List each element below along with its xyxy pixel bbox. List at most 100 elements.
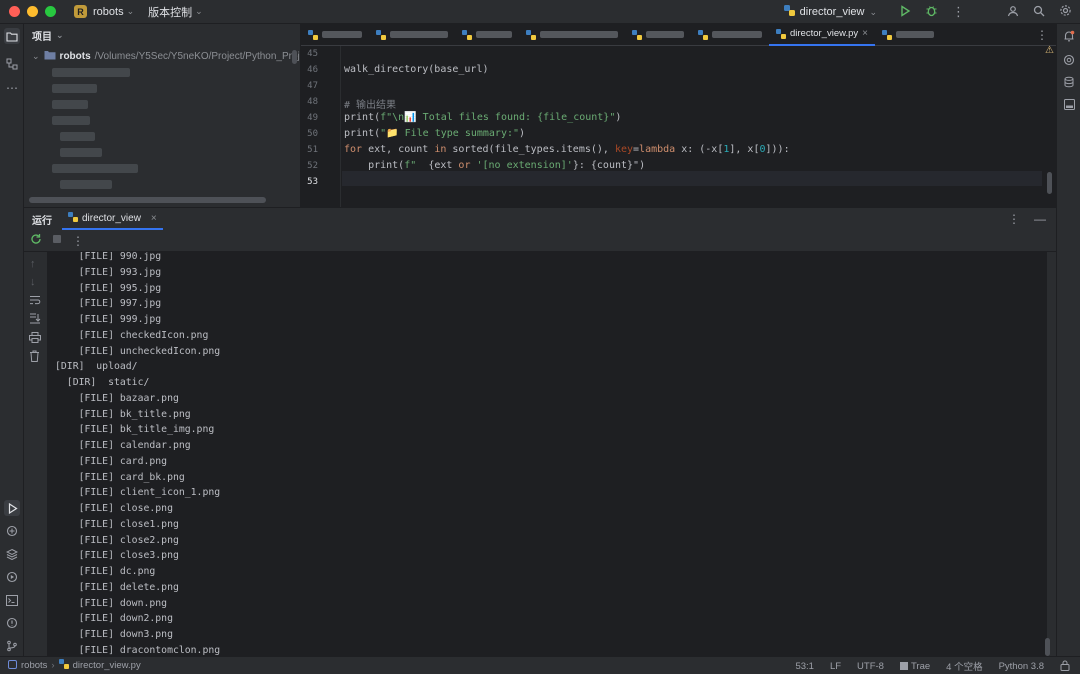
tab-label [390,31,448,38]
code-line[interactable]: for ext, count in sorted(file_types.item… [344,144,790,155]
console-vertical-scrollbar[interactable] [1045,638,1050,656]
active-tab-label: director_view.py [790,28,859,39]
console-line: [DIR] static/ [55,377,150,388]
file-encoding[interactable]: UTF-8 [857,661,884,672]
arrow-down-icon[interactable]: ↓ [30,276,36,288]
breadcrumb-project[interactable]: robots [21,660,47,671]
editor-tab[interactable] [369,24,455,46]
project-horizontal-scrollbar[interactable] [29,197,266,203]
tree-item[interactable] [60,180,112,189]
debug-icon[interactable] [925,4,938,20]
tree-item[interactable] [52,100,88,109]
more-run-options-icon[interactable]: ⋮ [72,234,84,248]
close-tab-icon[interactable]: × [862,28,868,39]
console-line: [FILE] down.png [55,597,168,609]
editor-tab[interactable] [301,24,369,46]
search-icon[interactable] [1033,5,1045,20]
close-window-button[interactable] [9,6,20,17]
editor-tab[interactable] [875,24,941,46]
project-tree-root[interactable]: ⌄ robots /Volumes/Y5Sec/Y5neKO/Project/P… [32,50,300,63]
minimize-window-button[interactable] [27,6,38,17]
minimize-panel-icon[interactable]: — [1034,212,1046,226]
editor-vertical-scrollbar[interactable] [1047,172,1052,194]
rerun-icon[interactable] [30,233,42,248]
code-line[interactable]: print(f"\n📊 Total files found: {file_cou… [344,112,621,123]
editor-tab[interactable] [455,24,519,46]
tree-item[interactable] [52,116,90,125]
project-name: robots [93,5,124,18]
trae-widget[interactable]: Trae [899,661,930,672]
ai-assistant-icon[interactable] [1061,52,1077,68]
code-line[interactable]: # 输出结果 [344,96,396,111]
more-tools-icon[interactable]: ⋯ [4,80,20,96]
services-icon[interactable] [4,569,20,585]
project-folder-icon[interactable] [4,28,20,44]
python-packages-icon[interactable] [4,523,20,539]
arrow-up-icon[interactable]: ↑ [30,258,36,270]
code-string: '[no extension]' [470,160,573,171]
tab-director-view[interactable]: director_view.py × [769,24,875,46]
more-actions-icon[interactable]: ⋮ [952,4,965,20]
caret-position[interactable]: 53:1 [795,661,814,672]
terminal-icon[interactable] [4,592,20,608]
print-icon[interactable] [29,332,41,346]
project-badge: R [74,5,87,18]
project-switcher[interactable]: robots ⌄ [93,6,134,18]
python-file-icon [776,28,786,39]
scientific-view-icon[interactable] [1061,96,1077,112]
breadcrumb-file[interactable]: director_view.py [73,660,141,671]
stop-icon[interactable] [52,234,62,247]
indent-setting[interactable]: 4 个空格 [946,659,982,673]
zoom-window-button[interactable] [45,6,56,17]
run-tab-director-view[interactable]: director_view × [62,208,163,230]
run-icon[interactable] [899,4,911,20]
settings-gear-icon[interactable] [1059,4,1072,20]
line-separator[interactable]: LF [830,661,841,672]
tree-item[interactable] [60,132,95,141]
git-branch-icon[interactable] [4,638,20,654]
project-panel-header[interactable]: 项目 ⌄ [24,24,300,46]
editor-tab[interactable] [625,24,691,46]
run-panel-header: 运行 director_view × [24,208,1056,230]
console-line: [FILE] close3.png [55,550,179,562]
trash-icon[interactable] [29,350,40,365]
lock-icon[interactable] [1060,660,1070,674]
code-line[interactable]: walk_directory(base_url) [344,64,489,75]
run-tool-icon[interactable] [4,500,20,516]
database-icon[interactable] [1061,74,1077,90]
chevron-down-icon[interactable]: ⌄ [32,51,40,62]
chevron-down-icon: ⌄ [126,6,135,16]
tree-item[interactable] [52,68,130,77]
tree-item[interactable] [60,148,102,157]
tab-options-icon[interactable]: ⋮ [1036,28,1048,42]
console-line: [FILE] 995.jpg [55,282,162,294]
close-tab-icon[interactable]: × [151,213,157,224]
console-line: [FILE] close.png [55,503,173,514]
console-output[interactable]: [FILE] 990.jpg [FILE] 993.jpg [FILE] 995… [47,252,1047,657]
vcs-menu[interactable]: 版本控制 ⌄ [148,4,203,20]
code-line[interactable]: print("📁 File type summary:") [344,128,525,139]
structure-icon[interactable] [4,56,20,72]
tree-item[interactable] [52,84,97,93]
current-line-highlight [342,171,1042,186]
editor-tab[interactable] [691,24,769,46]
tree-item[interactable] [52,164,138,173]
run-configuration-selector[interactable]: director_view ⌄ [783,5,877,19]
user-icon[interactable] [1007,5,1019,20]
code-line[interactable]: print(f" {ext or '[no extension]'}: {cou… [344,160,645,171]
project-vertical-scrollbar[interactable] [292,50,297,64]
scroll-to-end-icon[interactable] [29,313,41,327]
python-file-icon [698,29,708,40]
python-interpreter[interactable]: Python 3.8 [999,661,1044,672]
console-line: [FILE] close1.png [55,518,179,530]
tab-label [540,31,618,38]
problems-icon[interactable] [4,615,20,631]
layers-icon[interactable] [4,546,20,562]
notifications-icon[interactable] [1061,28,1077,44]
editor-tab[interactable] [519,24,625,46]
project-root-path: /Volumes/Y5Sec/Y5neKO/Project/Python_Pro… [94,51,300,62]
warning-icon[interactable]: ⚠ [1045,45,1054,56]
tab-label [322,31,362,38]
soft-wrap-icon[interactable] [29,295,41,308]
run-options-icon[interactable]: ⋮ [1008,212,1020,226]
